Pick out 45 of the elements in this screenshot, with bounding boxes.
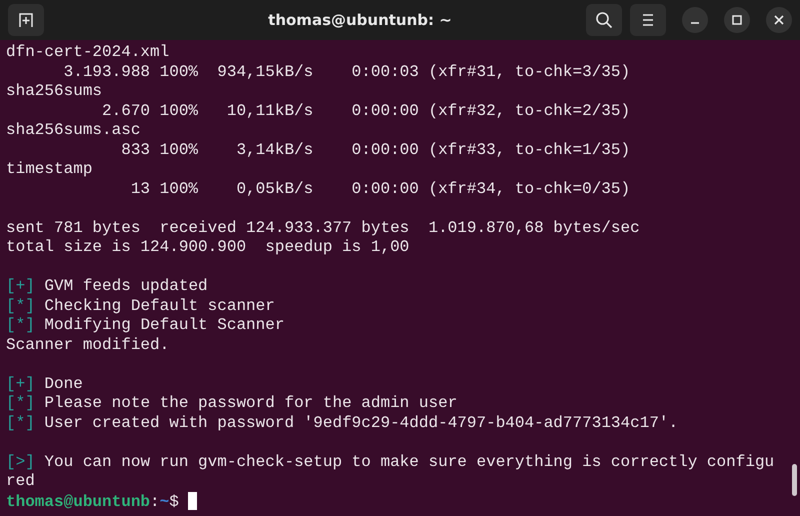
menu-icon	[640, 13, 656, 27]
new-tab-icon	[17, 11, 35, 29]
close-icon	[774, 15, 784, 25]
prompt-separator: :	[150, 492, 160, 510]
minimize-button[interactable]	[682, 7, 708, 33]
output-line: total size is 124.900.900 speedup is 1,00	[6, 238, 410, 256]
output-line: timestamp	[6, 160, 92, 178]
output-line: GVM feeds updated	[44, 277, 208, 295]
status-marker: [*]	[6, 394, 35, 412]
status-marker: [>]	[6, 452, 35, 470]
output-line: 833 100% 3,14kB/s 0:00:00 (xfr#33, to-chk=1/35)	[120, 140, 630, 158]
output-line: Done	[44, 374, 83, 392]
output-line: Please note the password for the admin user	[44, 394, 458, 412]
close-button[interactable]	[766, 7, 792, 33]
status-marker: [*]	[6, 296, 35, 314]
output-line: Checking Default scanner	[44, 296, 275, 314]
status-marker: [+]	[6, 374, 35, 392]
output-line: dfn-cert-2024.xml	[6, 43, 170, 61]
prompt-user: thomas@ubuntunb	[6, 492, 150, 510]
prompt-symbol: $	[169, 492, 179, 510]
output-line: 3.193.988 100% 934,15kB/s 0:00:03 (xfr#31, to-chk=3/35)	[62, 62, 630, 80]
output-line: sent 781 bytes received 124.933.377 bytes 1.019.870,68 bytes/sec	[6, 218, 640, 236]
status-marker: [+]	[6, 277, 35, 295]
output-line: User created with password '9edf9c29-4ddd-4797-b404-ad7773134c17'.	[44, 414, 678, 432]
output-line: 13 100% 0,05kB/s 0:00:00 (xfr#34, to-chk=0/35)	[130, 180, 630, 198]
output-line: sha256sums	[6, 82, 102, 100]
status-marker: [*]	[6, 316, 35, 334]
output-line: You can now run gvm-check-setup to make sure everything is correctly configu	[44, 452, 774, 470]
status-marker: [*]	[6, 414, 35, 432]
menu-button[interactable]	[630, 4, 666, 36]
scrollbar-thumb[interactable]	[792, 464, 796, 496]
text-cursor	[188, 492, 198, 510]
maximize-icon	[732, 15, 742, 25]
window-title: thomas@ubuntunb: ~	[267, 11, 453, 29]
maximize-button[interactable]	[724, 7, 750, 33]
output-line: Scanner modified.	[6, 336, 170, 354]
minimize-icon	[690, 22, 700, 24]
prompt-path: ~	[160, 492, 170, 510]
output-line: Modifying Default Scanner	[44, 316, 284, 334]
search-icon	[595, 11, 613, 29]
new-tab-button[interactable]	[8, 4, 44, 36]
output-line: sha256sums.asc	[6, 121, 140, 139]
output-line: 2.670 100% 10,11kB/s 0:00:00 (xfr#32, to-chk=2/35)	[101, 102, 630, 120]
output-line: red	[6, 472, 35, 490]
search-button[interactable]	[586, 4, 622, 36]
